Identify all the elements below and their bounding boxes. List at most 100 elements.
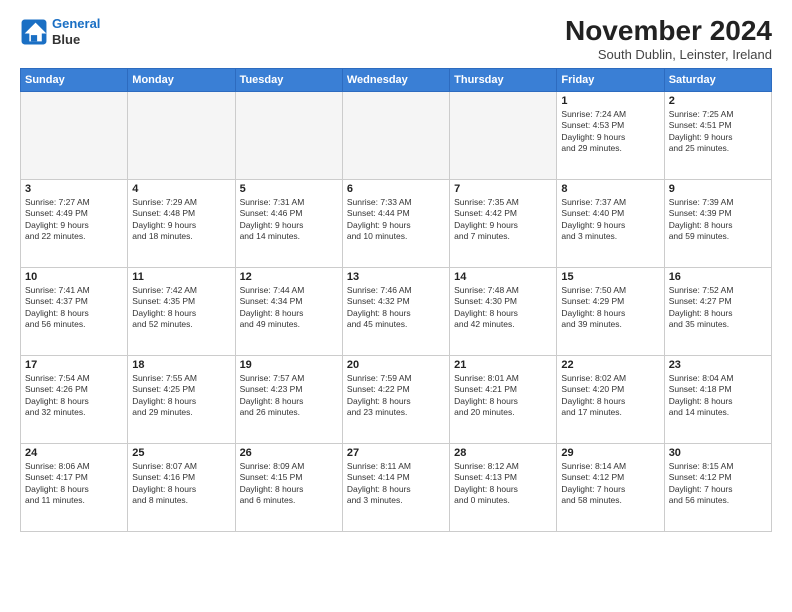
day-cell: 30 Sunrise: 8:15 AM Sunset: 4:12 PM Dayli… — [664, 443, 771, 531]
day-number: 6 — [347, 183, 445, 195]
day-number: 4 — [132, 183, 230, 195]
day-number: 10 — [25, 271, 123, 283]
day-number: 23 — [669, 359, 767, 371]
day-number: 27 — [347, 447, 445, 459]
header: General Blue November 2024 South Dublin,… — [20, 16, 772, 62]
logo: General Blue — [20, 16, 100, 47]
day-info: Sunrise: 7:41 AM Sunset: 4:37 PM Dayligh… — [25, 285, 123, 331]
logo-icon — [20, 18, 48, 46]
day-number: 29 — [561, 447, 659, 459]
day-cell: 17Sunrise: 7:54 AM Sunset: 4:26 PM Dayli… — [21, 355, 128, 443]
day-info: Sunrise: 7:37 AM Sunset: 4:40 PM Dayligh… — [561, 197, 659, 243]
day-cell: 9Sunrise: 7:39 AM Sunset: 4:39 PM Daylig… — [664, 179, 771, 267]
title-block: November 2024 South Dublin, Leinster, Ir… — [565, 16, 772, 62]
header-saturday: Saturday — [664, 68, 771, 91]
day-info: Sunrise: 7:42 AM Sunset: 4:35 PM Dayligh… — [132, 285, 230, 331]
week-row-4: 17Sunrise: 7:54 AM Sunset: 4:26 PM Dayli… — [21, 355, 772, 443]
day-number: 16 — [669, 271, 767, 283]
day-cell: 20 Sunrise: 7:59 AM Sunset: 4:22 PM Dayli… — [342, 355, 449, 443]
day-info: Sunrise: 7:55 AM Sunset: 4:25 PM Dayligh… — [132, 373, 230, 419]
day-info: Sunrise: 8:12 AM Sunset: 4:13 PM Dayligh… — [454, 461, 552, 507]
day-cell: 25Sunrise: 8:07 AM Sunset: 4:16 PM Dayli… — [128, 443, 235, 531]
day-info: Sunrise: 8:14 AM Sunset: 4:12 PM Dayligh… — [561, 461, 659, 507]
day-number: 15 — [561, 271, 659, 283]
week-row-3: 10 Sunrise: 7:41 AM Sunset: 4:37 PM Dayli… — [21, 267, 772, 355]
day-cell: 18 Sunrise: 7:55 AM Sunset: 4:25 PM Dayli… — [128, 355, 235, 443]
day-number: 11 — [132, 271, 230, 283]
day-cell: 29 Sunrise: 8:14 AM Sunset: 4:12 PM Dayli… — [557, 443, 664, 531]
day-info: Sunrise: 7:44 AM Sunset: 4:34 PM Dayligh… — [240, 285, 338, 331]
day-cell: 6 Sunrise: 7:33 AM Sunset: 4:44 PM Daylig… — [342, 179, 449, 267]
day-info: Sunrise: 8:07 AM Sunset: 4:16 PM Dayligh… — [132, 461, 230, 507]
day-info: Sunrise: 7:54 AM Sunset: 4:26 PM Dayligh… — [25, 373, 123, 419]
week-row-5: 24 Sunrise: 8:06 AM Sunset: 4:17 PM Dayli… — [21, 443, 772, 531]
day-cell — [128, 91, 235, 179]
day-info: Sunrise: 8:02 AM Sunset: 4:20 PM Dayligh… — [561, 373, 659, 419]
day-cell: 22 Sunrise: 8:02 AM Sunset: 4:20 PM Dayli… — [557, 355, 664, 443]
day-cell: 15 Sunrise: 7:50 AM Sunset: 4:29 PM Dayli… — [557, 267, 664, 355]
header-sunday: Sunday — [21, 68, 128, 91]
day-number: 3 — [25, 183, 123, 195]
day-number: 24 — [25, 447, 123, 459]
month-title: November 2024 — [565, 16, 772, 47]
day-cell: 13Sunrise: 7:46 AM Sunset: 4:32 PM Dayli… — [342, 267, 449, 355]
day-cell: 5 Sunrise: 7:31 AM Sunset: 4:46 PM Daylig… — [235, 179, 342, 267]
day-number: 20 — [347, 359, 445, 371]
day-number: 5 — [240, 183, 338, 195]
day-number: 1 — [561, 95, 659, 107]
weekday-header-row: Sunday Monday Tuesday Wednesday Thursday… — [21, 68, 772, 91]
day-cell: 26 Sunrise: 8:09 AM Sunset: 4:15 PM Dayli… — [235, 443, 342, 531]
calendar-table: Sunday Monday Tuesday Wednesday Thursday… — [20, 68, 772, 532]
day-number: 9 — [669, 183, 767, 195]
day-cell: 7 Sunrise: 7:35 AM Sunset: 4:42 PM Daylig… — [450, 179, 557, 267]
day-number: 22 — [561, 359, 659, 371]
day-info: Sunrise: 8:11 AM Sunset: 4:14 PM Dayligh… — [347, 461, 445, 507]
day-cell: 12 Sunrise: 7:44 AM Sunset: 4:34 PM Dayli… — [235, 267, 342, 355]
day-info: Sunrise: 7:29 AM Sunset: 4:48 PM Dayligh… — [132, 197, 230, 243]
week-row-2: 3Sunrise: 7:27 AM Sunset: 4:49 PM Daylig… — [21, 179, 772, 267]
day-number: 18 — [132, 359, 230, 371]
day-info: Sunrise: 7:24 AM Sunset: 4:53 PM Dayligh… — [561, 109, 659, 155]
day-cell — [235, 91, 342, 179]
day-cell: 27 Sunrise: 8:11 AM Sunset: 4:14 PM Dayli… — [342, 443, 449, 531]
day-cell: 28 Sunrise: 8:12 AM Sunset: 4:13 PM Dayli… — [450, 443, 557, 531]
header-thursday: Thursday — [450, 68, 557, 91]
day-cell — [21, 91, 128, 179]
day-number: 13 — [347, 271, 445, 283]
day-cell: 1 Sunrise: 7:24 AM Sunset: 4:53 PM Daylig… — [557, 91, 664, 179]
day-number: 19 — [240, 359, 338, 371]
day-number: 26 — [240, 447, 338, 459]
day-cell: 2Sunrise: 7:25 AM Sunset: 4:51 PM Daylig… — [664, 91, 771, 179]
day-cell — [342, 91, 449, 179]
day-cell: 11 Sunrise: 7:42 AM Sunset: 4:35 PM Dayli… — [128, 267, 235, 355]
day-info: Sunrise: 7:52 AM Sunset: 4:27 PM Dayligh… — [669, 285, 767, 331]
day-cell: 8 Sunrise: 7:37 AM Sunset: 4:40 PM Daylig… — [557, 179, 664, 267]
day-info: Sunrise: 7:31 AM Sunset: 4:46 PM Dayligh… — [240, 197, 338, 243]
day-info: Sunrise: 7:50 AM Sunset: 4:29 PM Dayligh… — [561, 285, 659, 331]
week-row-1: 1 Sunrise: 7:24 AM Sunset: 4:53 PM Daylig… — [21, 91, 772, 179]
day-number: 21 — [454, 359, 552, 371]
day-info: Sunrise: 7:33 AM Sunset: 4:44 PM Dayligh… — [347, 197, 445, 243]
day-cell: 14Sunrise: 7:48 AM Sunset: 4:30 PM Dayli… — [450, 267, 557, 355]
day-number: 12 — [240, 271, 338, 283]
day-cell — [450, 91, 557, 179]
day-number: 14 — [454, 271, 552, 283]
header-wednesday: Wednesday — [342, 68, 449, 91]
day-cell: 23 Sunrise: 8:04 AM Sunset: 4:18 PM Dayli… — [664, 355, 771, 443]
day-number: 28 — [454, 447, 552, 459]
day-info: Sunrise: 8:06 AM Sunset: 4:17 PM Dayligh… — [25, 461, 123, 507]
location-subtitle: South Dublin, Leinster, Ireland — [565, 47, 772, 62]
day-info: Sunrise: 8:09 AM Sunset: 4:15 PM Dayligh… — [240, 461, 338, 507]
day-cell: 3Sunrise: 7:27 AM Sunset: 4:49 PM Daylig… — [21, 179, 128, 267]
day-info: Sunrise: 7:59 AM Sunset: 4:22 PM Dayligh… — [347, 373, 445, 419]
day-number: 30 — [669, 447, 767, 459]
day-info: Sunrise: 8:15 AM Sunset: 4:12 PM Dayligh… — [669, 461, 767, 507]
day-info: Sunrise: 7:35 AM Sunset: 4:42 PM Dayligh… — [454, 197, 552, 243]
day-number: 7 — [454, 183, 552, 195]
day-cell: 19 Sunrise: 7:57 AM Sunset: 4:23 PM Dayli… — [235, 355, 342, 443]
header-tuesday: Tuesday — [235, 68, 342, 91]
day-number: 8 — [561, 183, 659, 195]
day-cell: 24 Sunrise: 8:06 AM Sunset: 4:17 PM Dayli… — [21, 443, 128, 531]
day-info: Sunrise: 7:57 AM Sunset: 4:23 PM Dayligh… — [240, 373, 338, 419]
day-info: Sunrise: 8:04 AM Sunset: 4:18 PM Dayligh… — [669, 373, 767, 419]
